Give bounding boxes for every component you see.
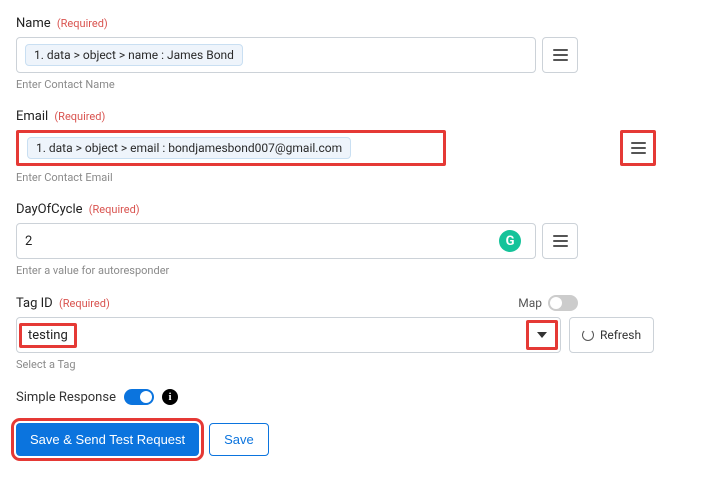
simple-response-toggle[interactable] <box>124 389 154 405</box>
name-label-text: Name <box>16 16 51 31</box>
email-helper: Enter Contact Email <box>16 171 710 184</box>
dayofcycle-field: DayOfCycle (Required) 2 G Enter a value … <box>16 202 710 277</box>
dayofcycle-required-text: (Required) <box>89 203 140 216</box>
name-token[interactable]: 1. data > object > name : James Bond <box>25 44 243 66</box>
email-menu-button[interactable] <box>620 130 656 166</box>
refresh-button[interactable]: Refresh <box>569 317 654 353</box>
dayofcycle-label-text: DayOfCycle <box>16 202 83 217</box>
save-button[interactable]: Save <box>209 423 269 456</box>
map-toggle[interactable] <box>548 295 578 311</box>
dayofcycle-value: 2 <box>25 234 32 249</box>
email-label-text: Email <box>16 109 48 124</box>
email-token[interactable]: 1. data > object > email : bondjamesbond… <box>27 137 351 159</box>
refresh-icon <box>582 329 594 341</box>
name-label: Name (Required) <box>16 16 710 31</box>
tagid-required-text: (Required) <box>59 297 110 310</box>
tagid-field: Tag ID (Required) Map testing Refresh Se… <box>16 295 710 371</box>
dayofcycle-menu-button[interactable] <box>542 223 578 259</box>
hamburger-icon <box>553 235 568 247</box>
tagid-select[interactable]: testing <box>16 317 561 353</box>
save-send-test-button[interactable]: Save & Send Test Request <box>16 423 199 456</box>
map-label: Map <box>518 296 542 310</box>
dayofcycle-label: DayOfCycle (Required) <box>16 202 710 217</box>
info-icon[interactable]: i <box>162 389 178 405</box>
name-field: Name (Required) 1. data > object > name … <box>16 16 710 91</box>
refresh-label: Refresh <box>600 328 641 342</box>
button-row: Save & Send Test Request Save <box>16 423 710 456</box>
name-helper: Enter Contact Name <box>16 78 710 91</box>
chevron-down-icon <box>537 332 547 338</box>
grammarly-icon: G <box>499 230 521 252</box>
hamburger-icon <box>631 142 646 154</box>
name-required-text: (Required) <box>57 17 108 30</box>
name-menu-button[interactable] <box>542 37 578 73</box>
dayofcycle-helper: Enter a value for autoresponder <box>16 264 710 277</box>
tagid-value: testing <box>19 323 77 348</box>
tagid-label-text: Tag ID <box>16 296 53 311</box>
email-label: Email (Required) <box>16 109 710 124</box>
hamburger-icon <box>553 49 568 61</box>
tagid-caret-area[interactable] <box>526 320 558 350</box>
name-input[interactable]: 1. data > object > name : James Bond <box>16 37 536 73</box>
email-field: Email (Required) 1. data > object > emai… <box>16 109 710 184</box>
simple-response-label: Simple Response <box>16 390 116 405</box>
dayofcycle-input[interactable]: 2 G <box>16 223 536 259</box>
simple-response-row: Simple Response i <box>16 389 710 405</box>
tagid-helper: Select a Tag <box>16 358 710 371</box>
email-required-text: (Required) <box>54 110 105 123</box>
email-input[interactable]: 1. data > object > email : bondjamesbond… <box>16 130 446 166</box>
tagid-label: Tag ID (Required) <box>16 296 110 311</box>
